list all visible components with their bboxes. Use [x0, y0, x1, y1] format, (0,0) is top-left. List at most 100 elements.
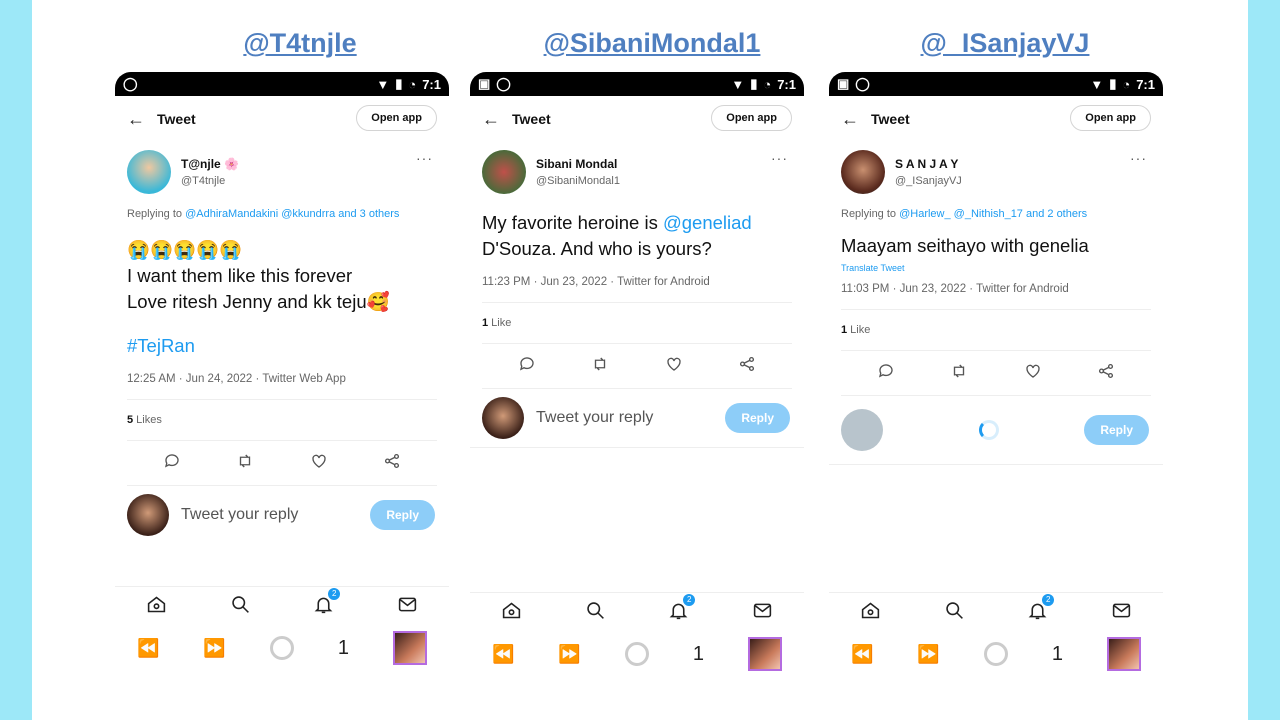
tweet-header: ← Tweet Open app	[829, 96, 1163, 142]
forward-icon[interactable]: ⏩	[917, 644, 939, 665]
like-icon[interactable]	[310, 452, 328, 475]
messages-icon[interactable]	[752, 600, 773, 626]
open-app-button[interactable]: Open app	[356, 105, 437, 131]
notification-icon: ▣	[837, 76, 850, 91]
author-name[interactable]: S A N J A Y	[895, 157, 962, 171]
likes-label: Like	[847, 324, 871, 336]
share-icon[interactable]	[1097, 362, 1115, 385]
status-time: 7:1	[422, 76, 441, 92]
tweet-actions	[115, 441, 449, 485]
wifi-icon: ▼	[731, 76, 745, 92]
notification-icon: ◯	[855, 76, 870, 91]
open-app-button[interactable]: Open app	[1070, 105, 1151, 131]
search-icon[interactable]	[585, 600, 606, 626]
profile-thumbnail[interactable]	[392, 631, 427, 665]
replying-mentions[interactable]: @Harlew_ @_Nithish_17 and 2 others	[899, 208, 1087, 220]
notification-badge: 2	[328, 588, 341, 600]
loading-spinner	[979, 420, 999, 440]
likes-label: Like	[488, 317, 512, 329]
notifications-icon[interactable]: 2	[668, 594, 696, 626]
more-icon[interactable]: ···	[416, 150, 433, 166]
reply-input[interactable]: Tweet your reply	[181, 506, 298, 524]
avatar[interactable]	[127, 150, 171, 194]
reply-button[interactable]: Reply	[1084, 415, 1149, 445]
reply-composer: Tweet your reply Reply	[470, 389, 804, 447]
like-icon[interactable]	[1024, 362, 1042, 385]
back-arrow-icon[interactable]: ←	[127, 109, 157, 130]
mention-link[interactable]: @geneliad	[663, 212, 752, 233]
replying-mentions[interactable]: @AdhiraMandakini @kkundrra and 3 others	[185, 208, 399, 220]
notification-icon: ◯	[123, 76, 138, 91]
notifications-icon[interactable]: 2	[313, 588, 341, 620]
battery-icon: ▮	[750, 76, 758, 91]
browser-toolbar: ⏪ ⏩ 1	[470, 634, 804, 674]
reply-input[interactable]: Tweet your reply	[536, 409, 653, 427]
likes-count[interactable]: 1 Like	[829, 310, 1163, 350]
search-icon[interactable]	[944, 600, 965, 626]
wifi-icon: ▼	[1090, 76, 1104, 92]
battery-icon: ▮	[1109, 76, 1117, 91]
open-app-button[interactable]: Open app	[711, 105, 792, 131]
avatar	[482, 397, 524, 439]
messages-icon[interactable]	[1111, 600, 1132, 626]
retweet-icon[interactable]	[591, 355, 609, 378]
likes-count[interactable]: 5 Likes	[115, 400, 449, 440]
notification-badge: 2	[683, 594, 696, 606]
tweet-actions	[470, 344, 804, 388]
forward-icon[interactable]: ⏩	[203, 638, 225, 659]
home-icon[interactable]	[860, 600, 881, 626]
messages-icon[interactable]	[397, 594, 418, 620]
profile-thumbnail[interactable]	[747, 637, 782, 671]
author-handle: @T4tnjle	[181, 175, 226, 187]
home-icon[interactable]	[501, 600, 522, 626]
avatar	[127, 494, 169, 536]
rewind-icon[interactable]: ⏪	[492, 644, 514, 665]
tweet-timestamp: 11:23 PM · Jun 23, 2022 · Twitter for An…	[482, 276, 710, 288]
retweet-icon[interactable]	[236, 452, 254, 475]
author-handle: @_ISanjayVJ	[895, 175, 962, 187]
search-icon[interactable]	[230, 594, 251, 620]
likes-label: Likes	[133, 414, 162, 426]
more-icon[interactable]: ···	[771, 150, 788, 166]
text-line-1: I want them like this forever	[127, 265, 353, 286]
home-icon[interactable]	[146, 594, 167, 620]
divider	[470, 447, 804, 448]
translate-link[interactable]: Translate Tweet	[829, 263, 1163, 273]
reply-button[interactable]: Reply	[370, 500, 435, 530]
handle-title-2: @SibaniMondal1	[543, 28, 761, 58]
clock-icon: ◔	[763, 76, 772, 92]
profile-thumbnail[interactable]	[1106, 637, 1141, 671]
tab-count[interactable]: 1	[338, 637, 349, 660]
tab-count[interactable]: 1	[693, 643, 704, 666]
reply-icon[interactable]	[518, 355, 536, 378]
like-icon[interactable]	[665, 355, 683, 378]
author-name[interactable]: Sibani Mondal	[536, 157, 620, 171]
back-arrow-icon[interactable]: ←	[841, 109, 871, 130]
avatar[interactable]	[841, 150, 885, 194]
notifications-icon[interactable]: 2	[1027, 594, 1055, 626]
avatar	[841, 409, 883, 451]
phone-screenshot-2: ▣ ◯ ▼ ▮ ◔ 7:1 ← Tweet Open app Sibani Mondal…	[470, 72, 804, 692]
forward-icon[interactable]: ⏩	[558, 644, 580, 665]
more-icon[interactable]: ···	[1130, 150, 1147, 166]
tweet-author: Sibani Mondal @SibaniMondal1 ···	[470, 142, 804, 202]
handle-title-1: @T4tnjle	[243, 28, 357, 58]
retweet-icon[interactable]	[950, 362, 968, 385]
reply-button[interactable]: Reply	[725, 403, 790, 433]
reply-icon[interactable]	[163, 452, 181, 475]
hashtag-link[interactable]: #TejRan	[115, 319, 449, 363]
avatar[interactable]	[482, 150, 526, 194]
likes-count[interactable]: 1 Like	[470, 303, 804, 343]
content-panel: @T4tnjle @SibaniMondal1 @_ISanjayVJ ◯ ▼ ▮…	[32, 0, 1248, 720]
reply-icon[interactable]	[877, 362, 895, 385]
share-icon[interactable]	[383, 452, 401, 475]
browser-toolbar: ⏪ ⏩ 1	[115, 628, 449, 668]
share-icon[interactable]	[738, 355, 756, 378]
rewind-icon[interactable]: ⏪	[137, 638, 159, 659]
author-name[interactable]: T@njle 🌸	[181, 157, 239, 171]
tab-count[interactable]: 1	[1052, 643, 1063, 666]
back-arrow-icon[interactable]: ←	[482, 109, 512, 130]
battery-icon: ▮	[395, 76, 403, 91]
rewind-icon[interactable]: ⏪	[851, 644, 873, 665]
bottom-nav: 2	[829, 592, 1163, 633]
